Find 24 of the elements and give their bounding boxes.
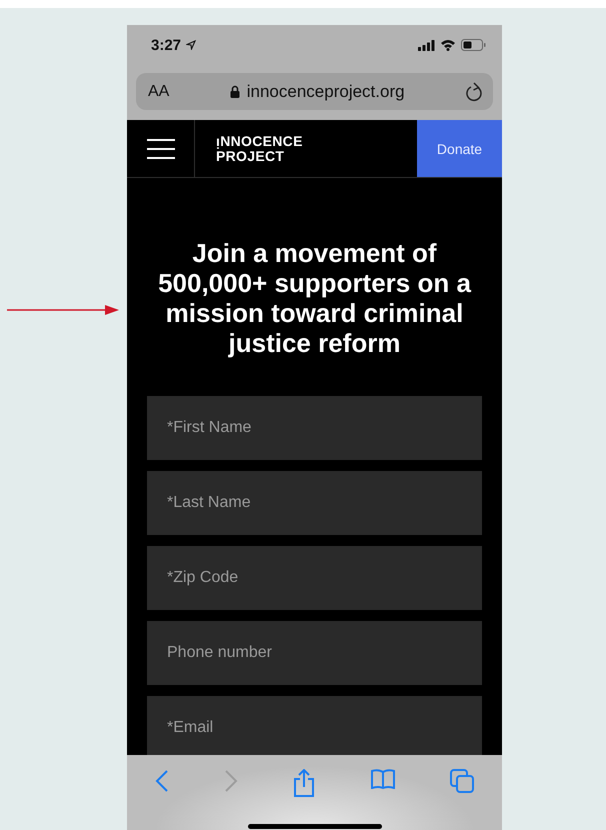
url-text: innocenceproject.org xyxy=(246,82,405,102)
share-button[interactable] xyxy=(293,769,316,797)
reload-icon[interactable] xyxy=(465,82,483,102)
site-logo[interactable]: ᴉNNOCENCE PROJECT xyxy=(195,120,417,177)
status-time: 3:27 xyxy=(151,36,182,54)
menu-icon xyxy=(146,138,174,158)
lock-icon xyxy=(230,85,240,98)
input-field[interactable]: *Last Name xyxy=(147,471,482,535)
text-size-button[interactable]: AA xyxy=(148,82,170,100)
signal-icon xyxy=(418,40,435,50)
input-field[interactable]: Phone number xyxy=(147,621,482,685)
tabs-button[interactable] xyxy=(450,769,474,793)
donate-button[interactable]: Donate xyxy=(417,120,502,177)
wifi-icon xyxy=(440,39,456,51)
input-field[interactable]: *Zip Code xyxy=(147,546,482,610)
heading: Join a movement of 500,000+ supporters on a mission toward criminal justice reform xyxy=(157,238,472,358)
battery-icon xyxy=(461,39,486,51)
arrow-icon xyxy=(7,304,119,316)
input-field[interactable]: *Email xyxy=(147,696,482,755)
back-button[interactable] xyxy=(154,769,169,793)
bookmarks-button[interactable] xyxy=(370,769,395,789)
location-icon xyxy=(186,40,196,50)
input-field[interactable]: *First Name xyxy=(147,396,482,460)
address-bar[interactable]: AA innocenceproject.org xyxy=(136,73,493,110)
